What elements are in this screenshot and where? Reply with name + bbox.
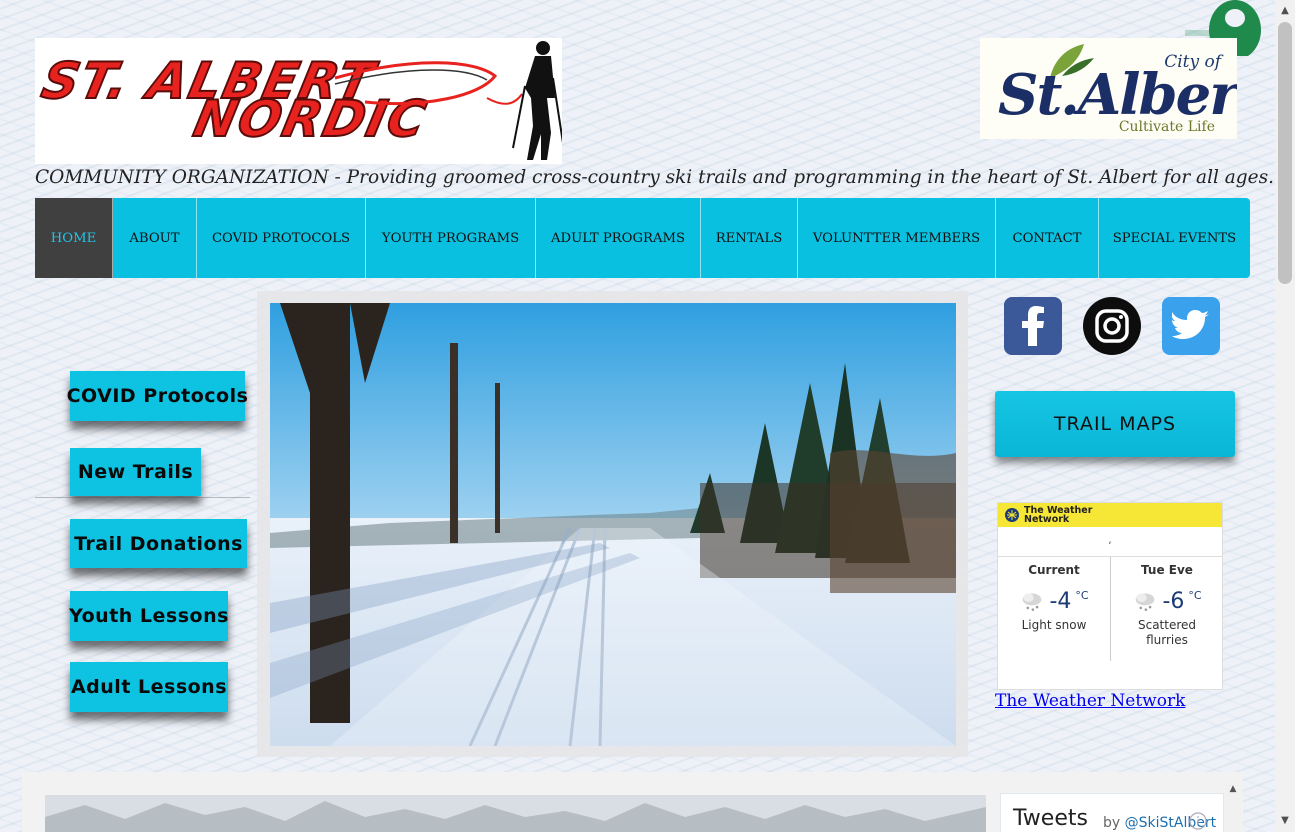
weather-network-logo-icon	[1005, 508, 1019, 522]
weather-current: Current -4 °C Light snow	[998, 563, 1110, 633]
city-logo-tagline: Cultivate Life	[1118, 119, 1215, 135]
weather-current-unit: °C	[1075, 589, 1089, 602]
nav-adult-programs[interactable]: ADULT PROGRAMS	[536, 198, 701, 278]
new-trails-button[interactable]: New Trails	[70, 448, 201, 496]
skier-silhouette-icon	[334, 41, 562, 160]
weather-network-link[interactable]: The Weather Network	[995, 691, 1185, 711]
twitter-feed-widget[interactable]: Tweets by @SkiStAlbert	[1000, 793, 1224, 832]
divider	[35, 497, 250, 498]
nav-home[interactable]: HOME	[35, 198, 113, 278]
page-scrollbar-thumb[interactable]	[1278, 22, 1292, 284]
bottom-photo[interactable]	[45, 795, 986, 832]
twitter-icon[interactable]	[1162, 297, 1220, 355]
scroll-down-icon[interactable]: ▼	[1275, 812, 1295, 830]
nav-covid-protocols[interactable]: COVID PROTOCOLS	[197, 198, 366, 278]
instagram-icon[interactable]	[1083, 297, 1141, 355]
st-albert-nordic-logo[interactable]: ST. ALBERT NORDIC	[35, 38, 562, 164]
snow-cloud-icon	[1136, 593, 1155, 611]
nav-youth-programs[interactable]: YOUTH PROGRAMS	[366, 198, 536, 278]
weather-widget[interactable]: The Weather Network , Current -4 °C Ligh…	[997, 502, 1223, 690]
weather-forecast-temp-row: -6 °C	[1111, 589, 1223, 614]
weather-forecast-desc: Scattered flurries	[1137, 618, 1197, 647]
nav-contact[interactable]: CONTACT	[996, 198, 1099, 278]
weather-brand-line2: Network	[1024, 514, 1070, 525]
site-tagline: COMMUNITY ORGANIZATION - Providing groom…	[35, 167, 1274, 188]
covid-protocols-button[interactable]: COVID Protocols	[67, 371, 248, 421]
weather-current-temp: -4	[1049, 589, 1072, 614]
city-of-st-albert-logo[interactable]: City of St.Albert Cultivate Life	[980, 38, 1237, 139]
nav-volunteer-members[interactable]: VOLUNTTER MEMBERS	[798, 198, 996, 278]
weather-brand: The Weather Network	[1024, 506, 1092, 525]
facebook-icon[interactable]	[1004, 297, 1062, 355]
snow-cloud-icon	[1023, 593, 1042, 611]
info-icon[interactable]	[1189, 812, 1207, 830]
nav-rentals[interactable]: RENTALS	[701, 198, 798, 278]
weather-forecast-unit: °C	[1188, 589, 1202, 602]
nav-about[interactable]: ABOUT	[113, 198, 197, 278]
weather-brand-bar: The Weather Network	[998, 503, 1222, 527]
weather-forecast-label: Tue Eve	[1141, 563, 1193, 577]
tweets-scroll-up-icon[interactable]: ▲	[1230, 784, 1237, 794]
weather-forecast-temp: -6	[1162, 589, 1185, 614]
weather-forecast: Tue Eve -6 °C Scattered flurries	[1111, 563, 1223, 648]
tweets-scrollbar[interactable]: ▲	[1225, 784, 1241, 832]
main-nav: HOME ABOUT COVID PROTOCOLS YOUTH PROGRAM…	[35, 198, 1250, 278]
weather-location: ,	[1108, 535, 1112, 546]
weather-current-label: Current	[1028, 563, 1080, 577]
weather-current-desc: Light snow	[1021, 618, 1087, 632]
tweets-title: Tweets	[1013, 806, 1088, 831]
youth-lessons-button[interactable]: Youth Lessons	[69, 591, 228, 641]
nav-special-events[interactable]: SPECIAL EVENTS	[1099, 198, 1250, 278]
weather-current-temp-row: -4 °C	[998, 589, 1110, 614]
trail-maps-button[interactable]: TRAIL MAPS	[995, 391, 1235, 457]
scroll-up-icon[interactable]: ▲	[1275, 2, 1295, 20]
trail-donations-button[interactable]: Trail Donations	[70, 519, 247, 568]
tweets-by: by	[1103, 815, 1121, 831]
adult-lessons-button[interactable]: Adult Lessons	[70, 662, 228, 712]
ski-trail-photo[interactable]	[270, 303, 956, 746]
